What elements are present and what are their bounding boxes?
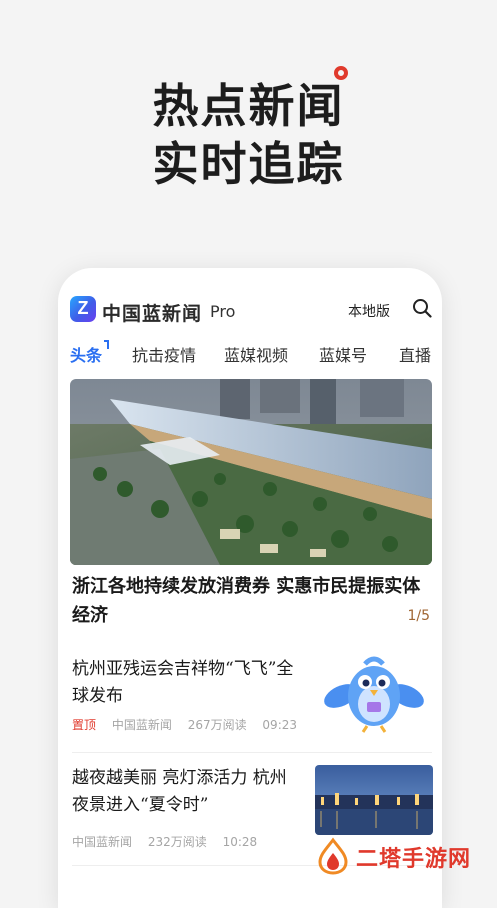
banner-headline-line1: 热点新闻 [152, 79, 345, 133]
flame-logo-icon [318, 837, 348, 875]
tab-media-account[interactable]: 蓝媒号 [319, 342, 367, 366]
tab-epidemic[interactable]: 抗击疫情 [132, 342, 196, 366]
tab-headlines[interactable]: 头条 [70, 342, 102, 366]
channel-tabs: 头条 抗击疫情 蓝媒视频 蓝媒号 直播 [58, 340, 442, 372]
hero-image[interactable] [70, 379, 432, 565]
tab-video[interactable]: 蓝媒视频 [224, 342, 288, 366]
pinned-badge: 置顶 [72, 718, 97, 732]
news-time: 10:28 [222, 835, 258, 849]
news-time: 09:23 [262, 718, 298, 732]
news-meta: 中国蓝新闻 232万阅读 10:28 [72, 833, 269, 850]
watermark-text: 二塔手游网 [356, 847, 472, 872]
news-title[interactable]: 越夜越美丽 亮灯添活力 杭州夜景进入“夏令时” [72, 765, 294, 819]
app-header: 中国蓝新闻 Pro 本地版 [58, 288, 442, 328]
news-source: 中国蓝新闻 [72, 835, 133, 849]
carousel-page-indicator: 1/5 [407, 608, 430, 624]
news-item[interactable]: 杭州亚残运会吉祥物“飞飞”全球发布 置顶 中国蓝新闻 267万阅读 09:23 [72, 652, 433, 742]
tab-active-indicator-icon [104, 340, 109, 349]
news-reads: 232万阅读 [147, 835, 207, 849]
banner-headline-line2: 实时追踪 [152, 137, 345, 191]
news-thumbnail-night-city[interactable] [315, 765, 433, 835]
news-thumbnail-mascot[interactable] [315, 652, 433, 736]
app-pro-label: Pro [210, 302, 236, 321]
local-edition-button[interactable]: 本地版 [348, 301, 390, 321]
hero-headline[interactable]: 浙江各地持续发放消费券 实惠市民提振实体经济 [72, 572, 432, 630]
search-icon[interactable] [412, 298, 432, 318]
accent-ring-icon [334, 66, 348, 80]
news-meta: 置顶 中国蓝新闻 267万阅读 09:23 [72, 716, 309, 733]
news-title[interactable]: 杭州亚残运会吉祥物“飞飞”全球发布 [72, 656, 294, 710]
app-logo-icon [70, 296, 96, 322]
phone-screen: 中国蓝新闻 Pro 本地版 头条 抗击疫情 蓝媒视频 蓝媒号 直播 [58, 268, 442, 908]
tab-live[interactable]: 直播 [399, 342, 431, 366]
news-reads: 267万阅读 [187, 718, 247, 732]
app-name: 中国蓝新闻 [102, 303, 203, 325]
news-source: 中国蓝新闻 [111, 718, 172, 732]
divider [72, 752, 432, 753]
site-watermark: 二塔手游网 [310, 835, 485, 879]
